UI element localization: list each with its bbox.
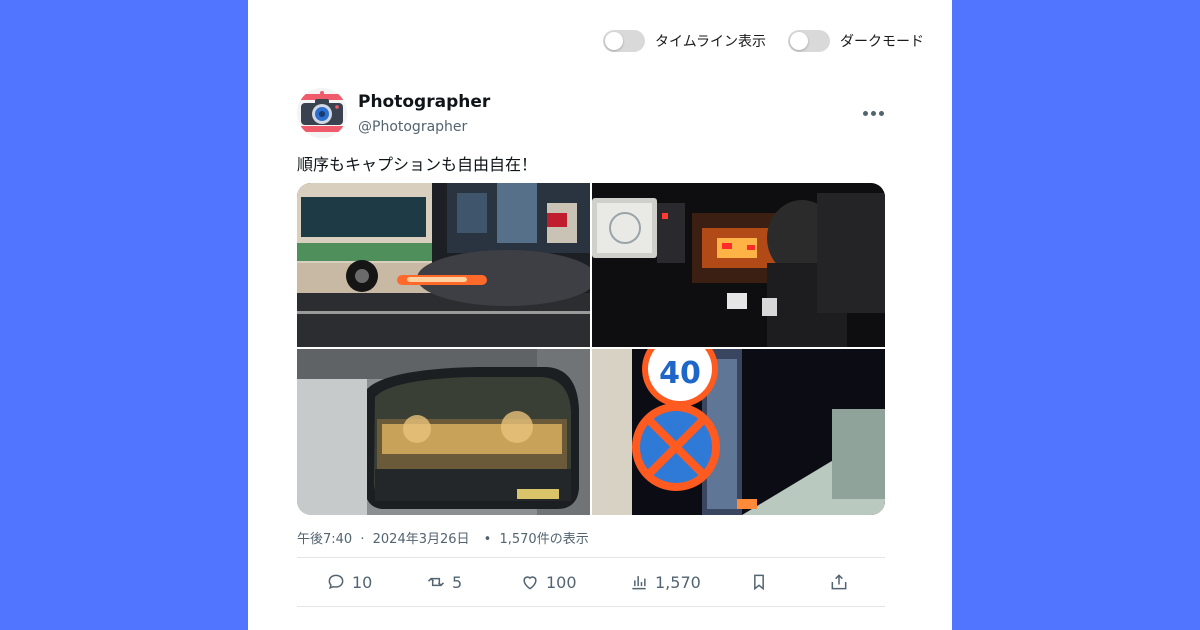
retweet-count: 5 <box>452 572 463 592</box>
reply-icon <box>328 574 344 589</box>
toggle-knob <box>604 32 623 50</box>
more-options-icon[interactable] <box>863 104 885 122</box>
bookmark-button[interactable] <box>749 572 769 592</box>
settings-toggles: タイムライン表示 ダークモード <box>602 30 924 52</box>
timeline-toggle-label: タイムライン表示 <box>654 34 766 50</box>
share-button[interactable] <box>829 572 849 592</box>
post-meta: 午後7:40 · 2024年3月26日 • 1,570件の表示 <box>297 528 589 547</box>
car-window-photo[interactable] <box>297 349 590 515</box>
post-text: 順序もキャプションも自由自在！ <box>297 155 538 174</box>
retweet-icon <box>427 577 445 587</box>
divider <box>297 557 885 558</box>
action-bar: 10 5 100 1,570 <box>297 572 885 594</box>
meta-separator: · <box>360 532 365 547</box>
taxi-interior-photo[interactable] <box>592 183 885 347</box>
dot <box>863 111 868 116</box>
view-count-text: 1,570件の表示 <box>499 532 589 547</box>
dot <box>879 111 884 116</box>
divider <box>297 606 885 607</box>
like-count: 100 <box>546 572 577 592</box>
darkmode-toggle-group: ダークモード <box>788 30 924 52</box>
avatar[interactable] <box>297 88 347 138</box>
timeline-toggle[interactable] <box>602 30 645 52</box>
author-handle[interactable]: @Photographer <box>358 119 467 135</box>
retweet-button[interactable]: 5 <box>426 572 462 592</box>
media-grid: 40 <box>297 183 885 515</box>
reply-button[interactable]: 10 <box>326 572 372 592</box>
author-name[interactable]: Photographer <box>358 92 490 112</box>
reply-count: 10 <box>352 572 373 592</box>
svg-text:40: 40 <box>659 356 701 391</box>
bar-chart-icon <box>632 576 646 590</box>
views-button[interactable]: 1,570 <box>629 572 701 592</box>
speed-sign-photo[interactable]: 40 <box>592 349 885 515</box>
post-card: タイムライン表示 ダークモード Photographer @Photograph… <box>248 0 952 630</box>
post-time[interactable]: 午後7:40 <box>297 532 352 547</box>
heart-icon <box>523 576 537 590</box>
camera-icon <box>297 88 347 138</box>
dot <box>871 111 876 116</box>
night-street-bus-photo[interactable] <box>297 183 590 347</box>
toggle-knob <box>790 32 808 50</box>
timeline-toggle-group: タイムライン表示 <box>602 30 766 52</box>
share-icon <box>831 574 847 590</box>
bookmark-icon <box>754 574 764 591</box>
views-count: 1,570 <box>655 572 701 592</box>
darkmode-toggle-label: ダークモード <box>840 34 924 50</box>
post-date[interactable]: 2024年3月26日 <box>373 532 470 547</box>
meta-bullet: • <box>483 532 492 547</box>
like-button[interactable]: 100 <box>520 572 577 592</box>
darkmode-toggle[interactable] <box>788 30 830 52</box>
